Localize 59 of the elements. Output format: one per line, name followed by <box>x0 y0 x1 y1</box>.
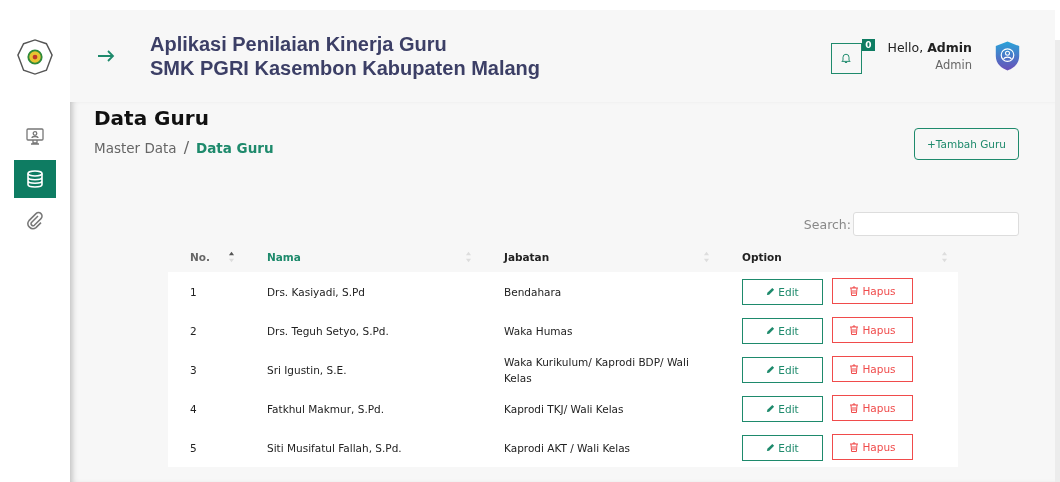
column-header[interactable]: Option <box>720 242 958 272</box>
table-cell: Kaprodi AKT / Wali Kelas <box>482 428 720 467</box>
trash-icon <box>849 325 860 336</box>
trash-icon <box>849 364 860 375</box>
add-teacher-button[interactable]: +Tambah Guru <box>914 128 1019 160</box>
table-cell: Bendahara <box>482 272 720 311</box>
delete-button[interactable]: Hapus <box>832 278 913 305</box>
school-name: SMK PGRI Kasembon Kabupaten Malang <box>150 56 541 80</box>
table-cell: Siti Musifatul Fallah, S.Pd. <box>245 428 482 467</box>
table-cell: Kaprodi TKJ/ Wali Kelas <box>482 389 720 428</box>
table-cell: Fatkhul Makmur, S.Pd. <box>245 389 482 428</box>
table-cell: 2 <box>168 311 245 350</box>
edit-button[interactable]: Edit <box>742 317 823 344</box>
app-title: Aplikasi Penilaian Kinerja Guru <box>150 32 448 56</box>
table-cell: 3 <box>168 350 245 389</box>
trash-icon <box>849 442 860 453</box>
database-icon <box>25 169 45 189</box>
pencil-icon <box>766 443 776 453</box>
edit-button[interactable]: Edit <box>742 395 823 422</box>
bell-icon <box>840 52 852 64</box>
table-cell: Sri Igustin, S.E. <box>245 350 482 389</box>
column-header[interactable]: Nama <box>245 242 482 272</box>
user-shield-icon[interactable] <box>994 40 1021 72</box>
column-header[interactable]: Jabatan <box>482 242 720 272</box>
pencil-icon <box>766 326 776 336</box>
greeting: Hello, Admin <box>887 40 972 55</box>
column-header[interactable]: No. <box>168 242 245 272</box>
notification-count: 0 <box>862 38 875 51</box>
school-logo-icon <box>16 38 54 76</box>
delete-button[interactable]: Hapus <box>832 317 913 344</box>
search-field[interactable] <box>853 212 1019 236</box>
edit-button[interactable]: Edit <box>742 278 823 305</box>
delete-button[interactable]: Hapus <box>832 434 913 461</box>
table-cell: Waka Kurikulum/ Kaprodi BDP/ Wali Kelas <box>482 350 720 389</box>
breadcrumb-separator: / <box>183 138 190 157</box>
breadcrumb-link[interactable]: Master Data <box>94 139 177 156</box>
pencil-icon <box>766 365 776 375</box>
trash-icon <box>849 403 860 414</box>
table-cell: 1 <box>168 272 245 311</box>
table-cell: Drs. Kasiyadi, S.Pd <box>245 272 482 311</box>
user-role: Admin <box>935 58 972 72</box>
table-cell: 4 <box>168 389 245 428</box>
paperclip-icon <box>25 211 45 231</box>
edit-button[interactable]: Edit <box>742 434 823 461</box>
trash-icon <box>849 286 860 297</box>
search-label: Search: <box>803 216 851 232</box>
breadcrumb-current: Data Guru <box>196 139 274 156</box>
page-title: Data Guru <box>94 106 210 130</box>
delete-button[interactable]: Hapus <box>832 356 913 383</box>
edit-button[interactable]: Edit <box>742 356 823 383</box>
pencil-icon <box>766 404 776 414</box>
notification-button[interactable] <box>830 42 862 74</box>
delete-button[interactable]: Hapus <box>832 395 913 422</box>
table-cell: Drs. Teguh Setyo, S.Pd. <box>245 311 482 350</box>
monitor-icon <box>25 127 45 147</box>
pencil-icon <box>766 287 776 297</box>
table-cell: Waka Humas <box>482 311 720 350</box>
sidebar-item[interactable] <box>14 160 56 198</box>
table-cell: 5 <box>168 428 245 467</box>
